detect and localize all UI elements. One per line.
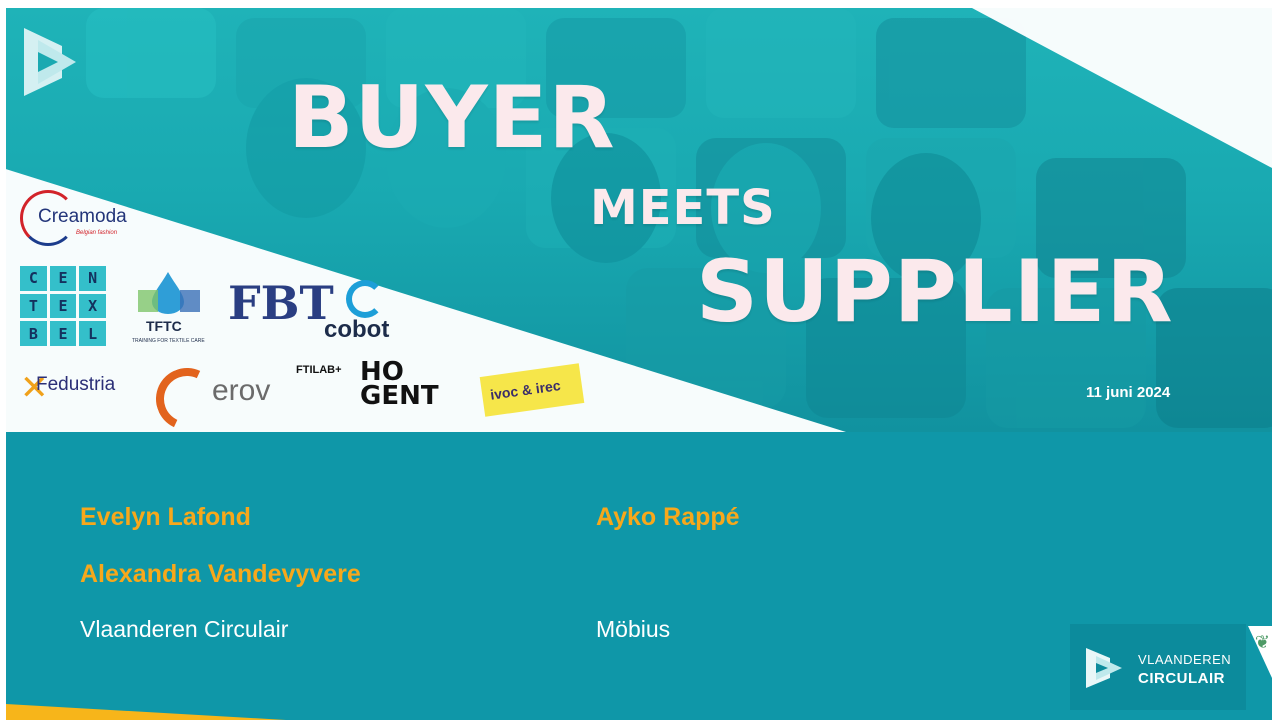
tftc-tagline: TRAINING FOR TEXTILE CARE bbox=[132, 338, 205, 344]
tftc-wordmark: TFTC bbox=[146, 318, 182, 334]
vlaanderen-circulair-logo-icon bbox=[24, 28, 76, 96]
centexbel-letter: E bbox=[49, 321, 77, 346]
tftc-logo: TFTC TRAINING FOR TEXTILE CARE bbox=[132, 270, 205, 348]
speaker-name: Evelyn Lafond bbox=[80, 503, 251, 531]
creamoda-wordmark: Creamoda bbox=[38, 206, 127, 227]
fedustria-logo: ✕ Fedustria bbox=[20, 364, 160, 414]
centexbel-letter: N bbox=[79, 266, 106, 291]
footer-logo-line1: VLAANDEREN bbox=[1138, 652, 1232, 667]
fbt-wordmark: FBT bbox=[228, 276, 334, 330]
erov-logo: erov bbox=[147, 359, 296, 432]
vlaanderen-circulair-footer-logo: VLAANDEREN CIRCULAIR bbox=[1070, 624, 1246, 710]
event-date: 11 juni 2024 bbox=[1086, 384, 1171, 401]
centexbel-letter: B bbox=[20, 321, 47, 346]
vlaanderen-circulair-mark-icon bbox=[1086, 648, 1122, 688]
cobot-c-icon bbox=[346, 280, 384, 318]
creamoda-tagline: Belgian fashion bbox=[76, 230, 118, 236]
flemish-lion-icon: ❦ bbox=[1248, 626, 1272, 678]
speaker-organization: Vlaanderen Circulair bbox=[80, 616, 289, 642]
banner: BUYER MEETS SUPPLIER 11 juni 2024 Creamo… bbox=[6, 8, 1272, 432]
centexbel-letter: C bbox=[20, 266, 47, 291]
centexbel-logo: C E N T E X B E L bbox=[20, 266, 106, 346]
ftilab-hogent-logo: FTILAB+ HO GENT bbox=[296, 359, 456, 424]
headline-buyer: BUYER bbox=[288, 68, 616, 168]
centexbel-letter: E bbox=[49, 266, 77, 291]
ivoc-irec-wordmark: ivoc & irec bbox=[489, 377, 562, 403]
cobot-wordmark: cobot bbox=[324, 316, 390, 343]
centexbel-letter: T bbox=[20, 293, 47, 319]
speaker-organization: Möbius bbox=[596, 616, 671, 642]
hogent-line2: GENT bbox=[360, 381, 439, 411]
speaker-name: Ayko Rappé bbox=[596, 503, 740, 531]
tftc-drop-icon bbox=[138, 272, 200, 314]
orange-accent-bar bbox=[6, 704, 286, 720]
centexbel-letter: L bbox=[79, 321, 106, 346]
erov-wordmark: erov bbox=[212, 374, 271, 407]
centexbel-letter: X bbox=[79, 293, 106, 319]
cobot-logo: cobot bbox=[324, 276, 414, 346]
hogent-wordmark: HO GENT bbox=[360, 359, 439, 411]
speaker-name: Alexandra Vandevyvere bbox=[80, 560, 361, 588]
creamoda-logo: Creamoda Belgian fashion bbox=[20, 184, 200, 246]
slide: BUYER MEETS SUPPLIER 11 juni 2024 Creamo… bbox=[6, 8, 1272, 720]
footer-logo-line2: CIRCULAIR bbox=[1138, 670, 1225, 687]
headline-meets: MEETS bbox=[590, 180, 776, 236]
ftilab-wordmark: FTILAB+ bbox=[296, 364, 342, 376]
headline-supplier: SUPPLIER bbox=[696, 242, 1174, 342]
centexbel-letter: E bbox=[49, 293, 77, 319]
fbt-logo: FBT bbox=[228, 276, 334, 342]
fedustria-wordmark: Fedustria bbox=[36, 374, 116, 395]
